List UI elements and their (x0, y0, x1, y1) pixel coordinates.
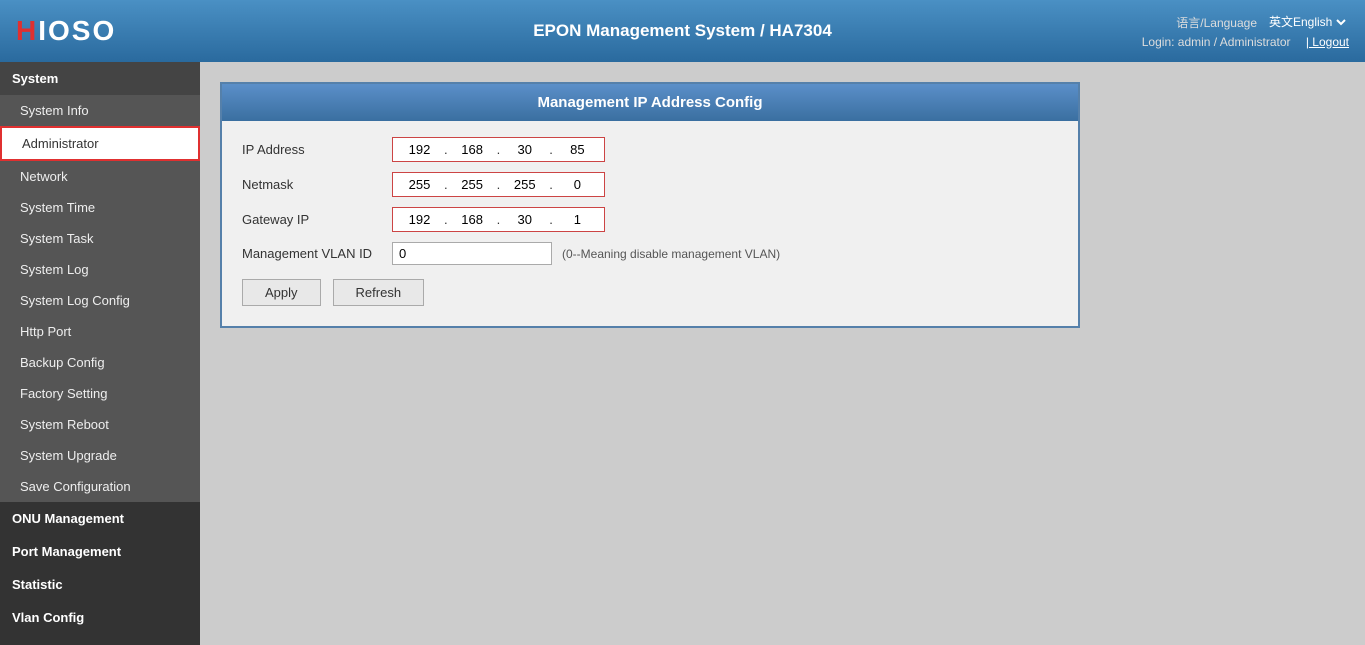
vlan-id-row: Management VLAN ID (0--Meaning disable m… (242, 242, 1058, 265)
sidebar-group-system[interactable]: System (0, 62, 200, 95)
sidebar-item-save-configuration[interactable]: Save Configuration (0, 471, 200, 502)
vlan-id-label: Management VLAN ID (242, 246, 392, 261)
sidebar: System System Info Administrator Network… (0, 62, 200, 645)
config-panel: Management IP Address Config IP Address … (220, 82, 1080, 328)
refresh-button[interactable]: Refresh (333, 279, 425, 306)
header: HIOSO EPON Management System / HA7304 语言… (0, 0, 1365, 62)
gateway-ip-row: Gateway IP . . . (242, 207, 1058, 232)
sidebar-item-system-time[interactable]: System Time (0, 192, 200, 223)
ip-address-label: IP Address (242, 142, 392, 157)
vlan-id-input[interactable] (392, 242, 552, 265)
sidebar-item-http-port[interactable]: Http Port (0, 316, 200, 347)
panel-body: IP Address . . . Netmask (222, 121, 1078, 326)
app-title: EPON Management System / HA7304 (533, 21, 832, 41)
gateway-ip-octet1[interactable] (397, 210, 442, 229)
logo-icon: H (16, 15, 38, 46)
netmask-input-group: . . . (392, 172, 605, 197)
gateway-ip-label: Gateway IP (242, 212, 392, 227)
login-info: Login: admin / Administrator (1142, 35, 1291, 49)
netmask-octet2[interactable] (450, 175, 495, 194)
ip-address-row: IP Address . . . (242, 137, 1058, 162)
main-content: Management IP Address Config IP Address … (200, 62, 1365, 645)
ip-address-octet2[interactable] (450, 140, 495, 159)
netmask-octet3[interactable] (502, 175, 547, 194)
sidebar-group-onu-management[interactable]: ONU Management (0, 502, 200, 535)
logout-link[interactable]: | Logout (1306, 35, 1349, 49)
ip-address-octet4[interactable] (555, 140, 600, 159)
sidebar-item-network[interactable]: Network (0, 161, 200, 192)
sidebar-group-vlan-config[interactable]: Vlan Config (0, 601, 200, 634)
lang-label: 语言/Language (1176, 14, 1257, 31)
panel-title: Management IP Address Config (222, 84, 1078, 121)
netmask-row: Netmask . . . (242, 172, 1058, 197)
netmask-octet4[interactable] (555, 175, 600, 194)
ip-address-input-group: . . . (392, 137, 605, 162)
sidebar-item-system-task[interactable]: System Task (0, 223, 200, 254)
sidebar-item-administrator[interactable]: Administrator (0, 126, 200, 161)
layout: System System Info Administrator Network… (0, 62, 1365, 645)
gateway-ip-octet2[interactable] (450, 210, 495, 229)
logo: HIOSO (16, 15, 116, 47)
sidebar-item-factory-setting[interactable]: Factory Setting (0, 378, 200, 409)
sidebar-item-system-info[interactable]: System Info (0, 95, 200, 126)
vlan-id-hint: (0--Meaning disable management VLAN) (562, 247, 780, 261)
sidebar-item-backup-config[interactable]: Backup Config (0, 347, 200, 378)
netmask-octet1[interactable] (397, 175, 442, 194)
sidebar-item-system-log-config[interactable]: System Log Config (0, 285, 200, 316)
language-select[interactable]: 英文English (1265, 14, 1349, 30)
sidebar-group-port-management[interactable]: Port Management (0, 535, 200, 568)
gateway-ip-octet3[interactable] (502, 210, 547, 229)
sidebar-group-bandwidth-config[interactable]: Bandwidth Config (0, 634, 200, 645)
sidebar-item-system-log[interactable]: System Log (0, 254, 200, 285)
apply-button[interactable]: Apply (242, 279, 321, 306)
button-row: Apply Refresh (242, 279, 1058, 306)
sidebar-item-system-upgrade[interactable]: System Upgrade (0, 440, 200, 471)
gateway-ip-octet4[interactable] (555, 210, 600, 229)
netmask-label: Netmask (242, 177, 392, 192)
sidebar-item-system-reboot[interactable]: System Reboot (0, 409, 200, 440)
ip-address-octet1[interactable] (397, 140, 442, 159)
sidebar-group-statistic[interactable]: Statistic (0, 568, 200, 601)
gateway-ip-input-group: . . . (392, 207, 605, 232)
ip-address-octet3[interactable] (502, 140, 547, 159)
